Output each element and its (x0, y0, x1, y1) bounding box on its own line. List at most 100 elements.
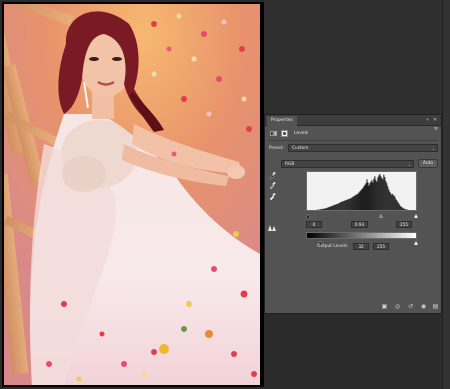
tab-properties[interactable]: Properties (267, 116, 297, 126)
eye-icon[interactable]: ◉ (420, 303, 427, 310)
close-icon[interactable]: ✕ (433, 117, 437, 123)
input-black-handle[interactable] (305, 213, 311, 218)
histogram-bar (377, 177, 379, 210)
histogram-bar (379, 174, 381, 210)
preset-dropdown[interactable]: Custom ⌄ (288, 144, 438, 152)
histogram-bar (338, 203, 340, 210)
histogram-graph (316, 174, 409, 210)
histogram-bar (386, 183, 388, 210)
trash-icon[interactable]: ▤ (432, 303, 439, 310)
histogram-bar (340, 201, 342, 210)
input-white-handle[interactable] (413, 213, 418, 218)
panel-bottom-bar: ▣ ◎ ↺ ◉ ▤ (265, 301, 441, 313)
histogram-bar (355, 194, 357, 210)
output-white-field[interactable]: 255 (373, 243, 389, 250)
histogram-bar (370, 181, 372, 210)
histogram-bar (396, 200, 398, 210)
histogram (306, 171, 417, 211)
histogram-bar (342, 201, 344, 210)
histogram-bar (337, 203, 339, 210)
output-black-field[interactable]: 32 (353, 243, 369, 250)
properties-tab-bar: Properties « ✕ (265, 115, 441, 126)
document-photo[interactable] (4, 4, 260, 385)
header-divider (268, 140, 438, 141)
histogram-bar (344, 200, 346, 210)
histogram-bar (375, 180, 377, 210)
histogram-bar (392, 193, 394, 210)
view-previous-icon[interactable]: ◎ (394, 303, 401, 310)
histogram-bar (394, 196, 396, 210)
levels-adjustment-icon[interactable] (270, 131, 277, 136)
auto-button[interactable]: Auto (418, 159, 438, 168)
empty-dock-area (264, 0, 450, 114)
histogram-bar (372, 182, 374, 210)
histogram-bar (321, 208, 323, 210)
histogram-bar (404, 208, 406, 210)
histogram-bar (373, 178, 375, 210)
output-levels-label: Output Levels: (317, 244, 349, 249)
preset-value: Custom (292, 146, 309, 151)
histogram-bar (366, 179, 368, 210)
histogram-bar (376, 181, 378, 210)
histogram-bar (324, 208, 326, 210)
histogram-bar (381, 177, 383, 210)
histogram-bar (363, 186, 365, 210)
histogram-bar (356, 194, 358, 210)
histogram-bar (345, 200, 347, 210)
histogram-bar (322, 208, 324, 210)
panel-dock-strip (442, 0, 450, 389)
chevron-down-icon: ⌄ (407, 162, 411, 167)
adjustment-title: Levels (294, 131, 309, 136)
reset-icon[interactable]: ↺ (407, 303, 414, 310)
input-gamma-field[interactable]: 0.93 (351, 221, 368, 228)
collapse-panel-icon[interactable]: « (426, 117, 429, 123)
histogram-bar (403, 208, 405, 210)
channel-value: RGB (285, 162, 295, 167)
histogram-bar (333, 205, 335, 210)
input-gamma-handle[interactable] (378, 213, 384, 218)
histogram-bar (359, 191, 361, 210)
white-point-eyedropper-icon[interactable] (269, 192, 276, 200)
histogram-bar (365, 183, 367, 210)
histogram-bar (385, 180, 387, 210)
histogram-bar (388, 189, 390, 210)
gray-point-eyedropper-icon[interactable] (269, 181, 276, 189)
workspace: Properties « ✕ ≡ Levels Preset: Custom ⌄… (0, 0, 450, 389)
histogram-bar (336, 203, 338, 210)
histogram-bar (382, 179, 384, 210)
histogram-bar (332, 205, 334, 210)
histogram-bar (383, 174, 385, 210)
histogram-bar (334, 204, 336, 210)
histogram-bar (354, 195, 356, 210)
layer-mask-icon[interactable] (281, 130, 288, 137)
histogram-bar (331, 205, 333, 210)
output-white-handle[interactable] (413, 240, 418, 245)
clip-to-layer-icon[interactable]: ▣ (381, 303, 388, 310)
histogram-bar (352, 196, 354, 210)
histogram-bar (339, 202, 341, 210)
histogram-bar (378, 175, 380, 210)
input-white-field[interactable]: 255 (396, 221, 412, 228)
properties-panel: Properties « ✕ ≡ Levels Preset: Custom ⌄… (264, 114, 442, 314)
histogram-bar (326, 207, 328, 210)
chevron-down-icon: ⌄ (431, 146, 435, 151)
histogram-bar (391, 194, 393, 210)
input-levels-slider[interactable] (305, 213, 418, 218)
histogram-bar (371, 180, 373, 210)
histogram-bar (405, 209, 407, 210)
histogram-bar (369, 183, 371, 210)
histogram-bar (360, 190, 362, 210)
histogram-bar (357, 193, 359, 210)
histogram-bar (329, 206, 331, 210)
input-black-field[interactable]: 0 (306, 221, 322, 228)
black-point-eyedropper-icon[interactable] (269, 171, 276, 179)
histogram-bar (402, 207, 404, 210)
histogram-bar (374, 176, 376, 210)
channel-dropdown[interactable]: RGB ⌄ (281, 160, 414, 168)
histogram-bar (325, 208, 327, 210)
histogram-bar (330, 206, 332, 210)
clipping-warning-icon[interactable] (268, 216, 277, 231)
histogram-bar (319, 209, 321, 210)
histogram-bar (328, 206, 330, 210)
histogram-bar (361, 188, 363, 210)
